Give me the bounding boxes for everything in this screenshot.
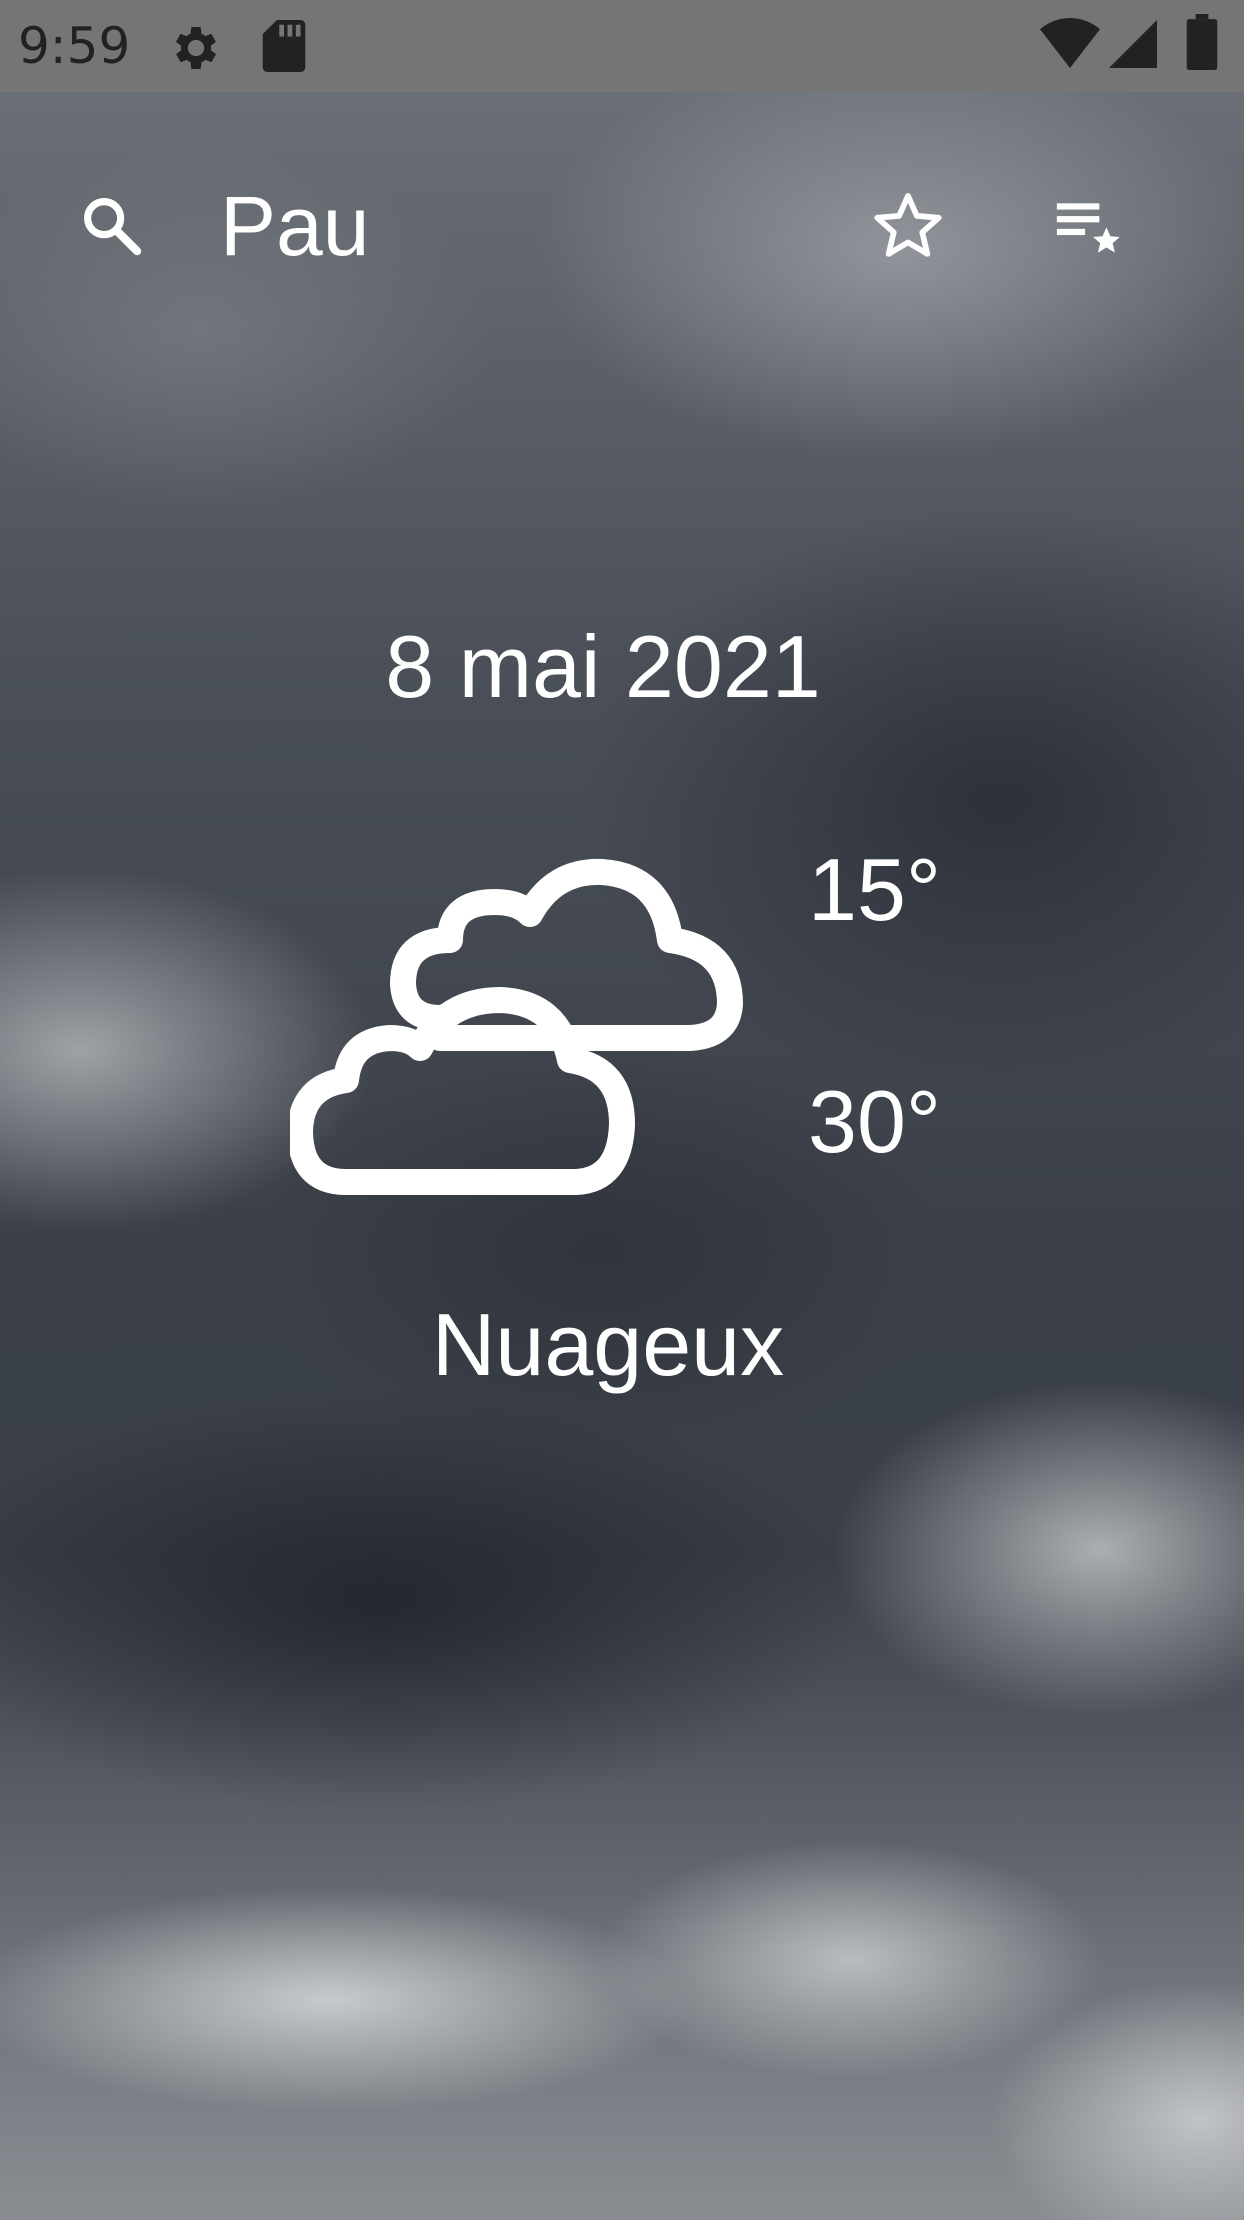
city-name: Pau	[220, 179, 370, 273]
favorites-list-icon[interactable]	[1054, 192, 1122, 260]
wifi-icon	[1040, 18, 1100, 68]
gear-icon	[175, 27, 217, 69]
weather-screen: 9:59 Pau 8 mai 2021 15° 30° Nuageux	[0, 0, 1244, 2220]
app-toolbar: Pau	[0, 92, 1244, 362]
star-outline-icon[interactable]	[870, 188, 946, 264]
forecast-date: 8 mai 2021	[385, 617, 821, 716]
signal-icon	[1109, 20, 1157, 68]
status-time: 9:59	[18, 17, 131, 75]
search-icon[interactable]	[78, 192, 144, 258]
weather-condition: Nuageux	[431, 1295, 785, 1394]
clouds-icon	[290, 858, 743, 1195]
sd-card-icon	[262, 20, 306, 72]
battery-icon	[1186, 14, 1218, 70]
max-temperature: 30°	[808, 1072, 942, 1171]
status-bar: 9:59	[0, 0, 1244, 92]
min-temperature: 15°	[808, 840, 942, 939]
